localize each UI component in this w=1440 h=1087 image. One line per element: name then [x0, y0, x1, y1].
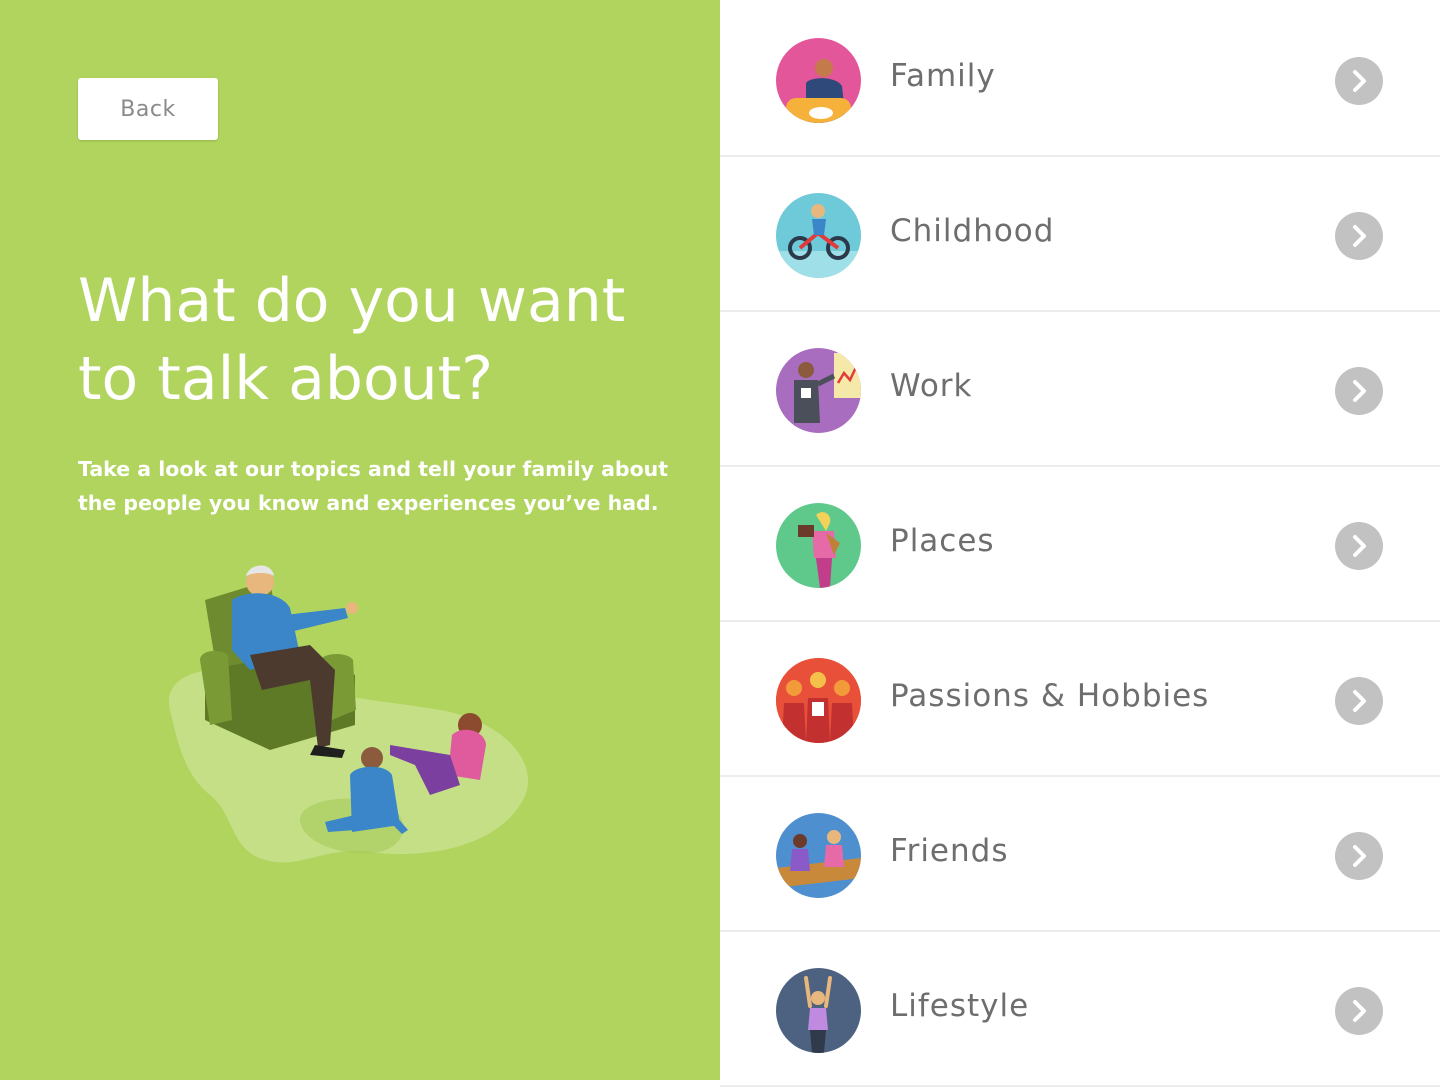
topic-label: Friends: [890, 833, 1009, 869]
topic-row-childhood[interactable]: Childhood: [720, 158, 1440, 312]
intro-line-1: Take a look at our topics and tell your …: [78, 457, 669, 481]
topic-row-family[interactable]: Family: [720, 3, 1440, 157]
topic-label: Family: [890, 58, 996, 94]
topic-list: Family Childhood Work Places Passions & …: [720, 0, 1440, 1087]
page-title: What do you want to talk about?: [78, 262, 678, 418]
topic-label: Work: [890, 368, 973, 404]
chevron-right-icon[interactable]: [1335, 57, 1383, 105]
back-button[interactable]: Back: [78, 78, 218, 140]
page-title-line-1: What do you want: [78, 266, 626, 336]
work-thumbnail-icon: [776, 348, 861, 433]
friends-thumbnail-icon: [776, 813, 861, 898]
topic-label: Lifestyle: [890, 988, 1030, 1024]
topic-row-work[interactable]: Work: [720, 313, 1440, 467]
chevron-right-icon[interactable]: [1335, 212, 1383, 260]
topic-label: Passions & Hobbies: [890, 678, 1210, 714]
topic-label: Childhood: [890, 213, 1055, 249]
intro-text: Take a look at our topics and tell your …: [78, 452, 678, 520]
topic-row-friends[interactable]: Friends: [720, 778, 1440, 932]
topic-row-lifestyle[interactable]: Lifestyle: [720, 933, 1440, 1087]
chevron-right-icon[interactable]: [1335, 832, 1383, 880]
page-title-line-2: to talk about?: [78, 344, 494, 414]
chevron-right-icon[interactable]: [1335, 522, 1383, 570]
topic-row-passions-hobbies[interactable]: Passions & Hobbies: [720, 623, 1440, 777]
family-thumbnail-icon: [776, 38, 861, 123]
chevron-right-icon[interactable]: [1335, 987, 1383, 1035]
places-thumbnail-icon: [776, 503, 861, 588]
chevron-right-icon[interactable]: [1335, 367, 1383, 415]
passions-hobbies-thumbnail-icon: [776, 658, 861, 743]
intro-line-2: the people you know and experiences you’…: [78, 491, 659, 515]
left-panel: Back What do you want to talk about? Tak…: [0, 0, 720, 1080]
topic-label: Places: [890, 523, 995, 559]
childhood-thumbnail-icon: [776, 193, 861, 278]
family-conversation-illustration: [168, 565, 529, 863]
topic-row-places[interactable]: Places: [720, 468, 1440, 622]
chevron-right-icon[interactable]: [1335, 677, 1383, 725]
lifestyle-thumbnail-icon: [776, 968, 861, 1053]
